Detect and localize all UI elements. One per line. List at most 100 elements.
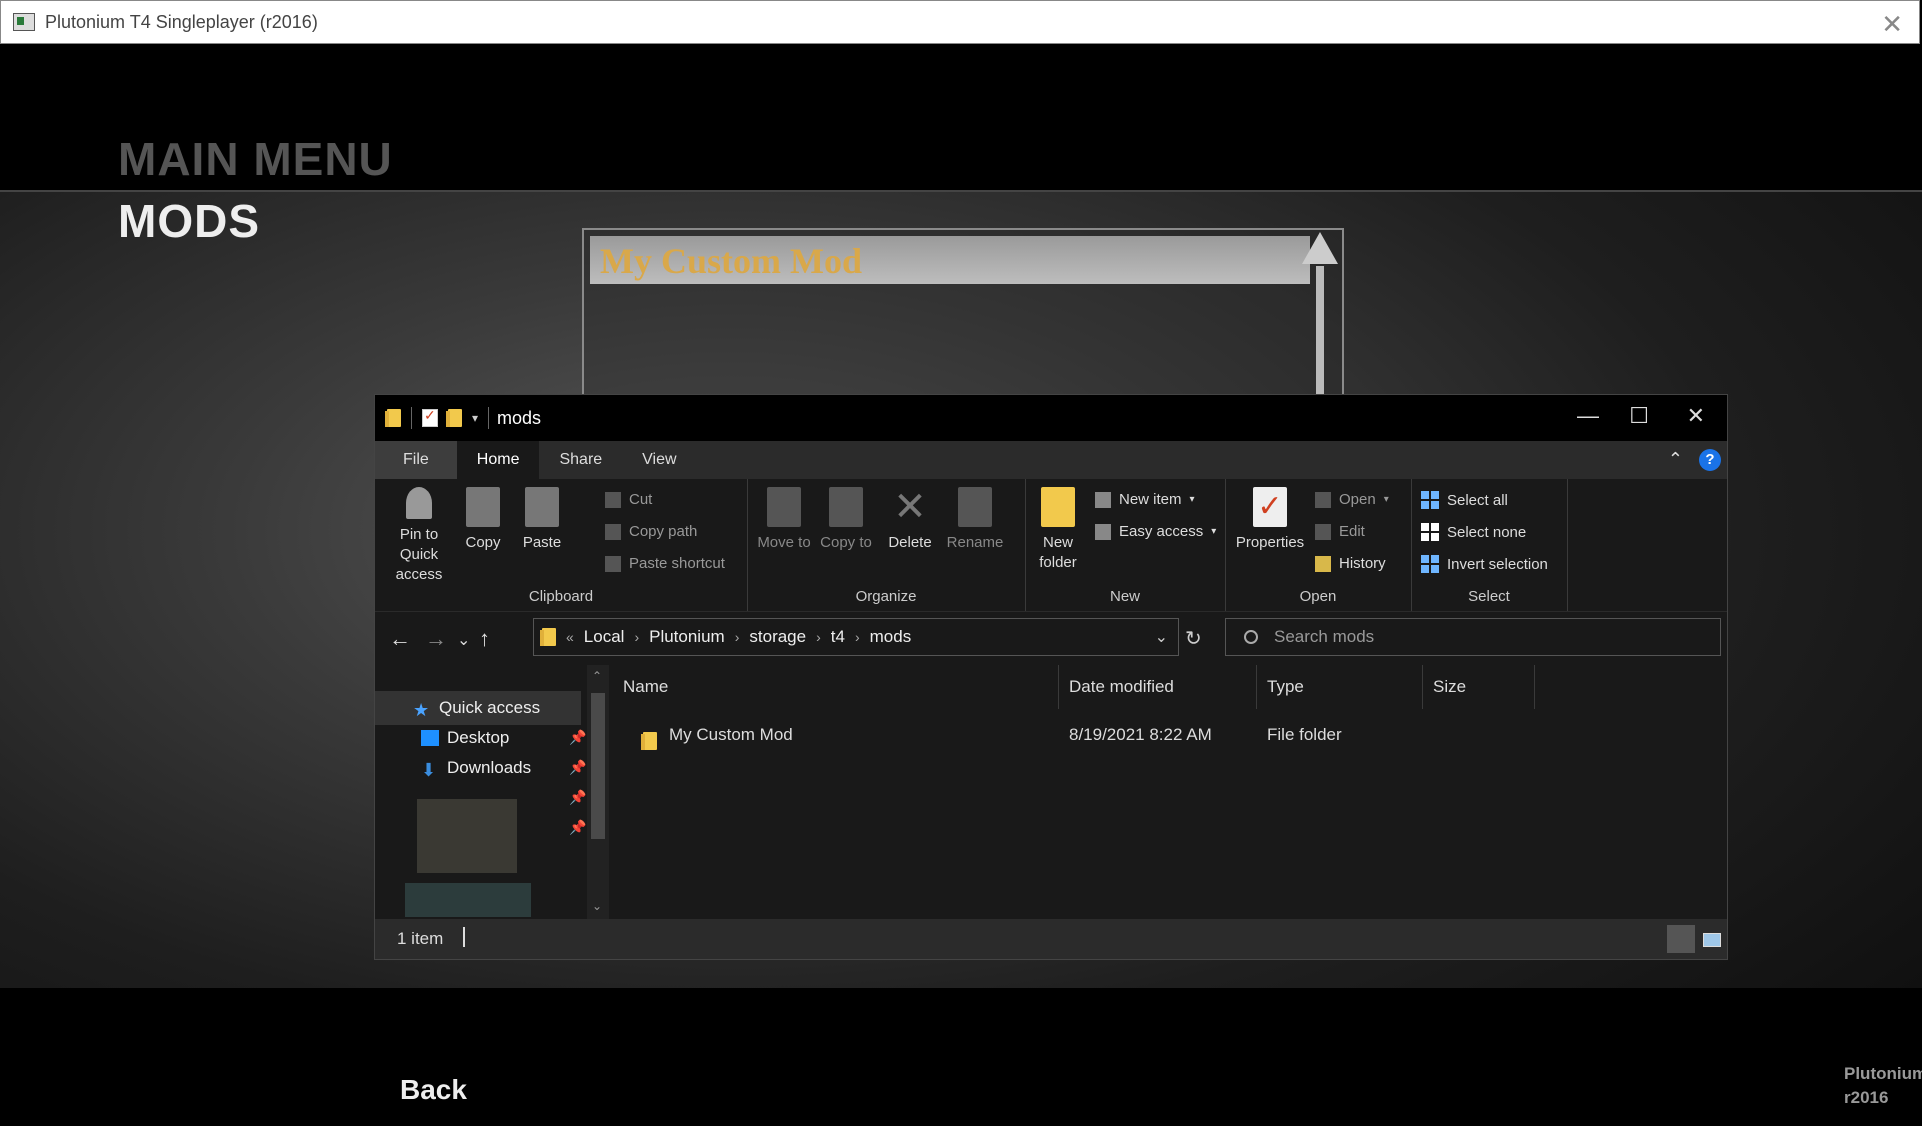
window-title: Plutonium T4 Singleplayer (r2016) [45,11,318,32]
paste-shortcut-button[interactable]: Paste shortcut [605,555,725,572]
properties-button[interactable]: ✓ Properties [1233,487,1307,553]
breadcrumb-separator-icon[interactable]: › [816,629,821,645]
copy-to-icon [829,487,863,527]
breadcrumb-mods[interactable]: mods [870,627,912,647]
navigation-pane-scrollbar[interactable]: ⌃ ⌄ [587,665,609,919]
breadcrumb-plutonium[interactable]: Plutonium [649,627,725,647]
select-all-button[interactable]: Select all [1421,491,1508,509]
main-menu-link[interactable]: MAIN MENU [118,132,393,186]
window-close-button[interactable]: ✕ [1881,9,1903,40]
scroll-down-icon[interactable]: ⌄ [592,899,602,913]
maximize-button[interactable]: ☐ [1629,403,1649,429]
collapse-ribbon-icon[interactable]: ⌃ [1668,449,1683,470]
forward-arrow-icon[interactable]: → [425,626,447,652]
up-arrow-icon[interactable]: ↑ [479,626,490,652]
new-item-icon [1095,491,1111,508]
rename-button[interactable]: Rename [943,487,1007,553]
copy-button[interactable]: Copy [463,487,503,553]
item-count: 1 item [397,929,444,948]
breadcrumb-separator-icon[interactable]: › [735,629,740,645]
open-button[interactable]: Open ▾ [1315,491,1389,508]
easy-access-icon [1095,523,1111,540]
nav-desktop[interactable]: Desktop [375,721,581,755]
select-none-button[interactable]: Select none [1421,523,1526,541]
nav-downloads[interactable]: ⬇ Downloads [375,751,581,785]
edit-button[interactable]: Edit [1315,523,1365,540]
column-size[interactable]: Size [1423,665,1535,709]
scrollbar-thumb[interactable] [591,693,605,839]
new-group: New folder New item ▾ Easy access ▾ New [1025,479,1226,611]
breadcrumb-separator-icon[interactable]: › [855,629,860,645]
back-arrow-icon[interactable]: ← [389,626,411,652]
explorer-titlebar: ▾ mods — ☐ ✕ [375,395,1727,441]
file-list: Name Date modified Type Size My Custom M… [613,665,1727,919]
back-button[interactable]: Back [400,1074,467,1106]
edit-icon [1315,523,1331,540]
address-dropdown-icon[interactable]: ⌄ [1155,627,1168,647]
navigation-bar: ← → ⌄ ↑ « Local › Plutonium › storage › … [375,611,1727,666]
pin-quick-access-button[interactable]: Pin to Quick access [381,487,457,585]
mod-list-scrollbar[interactable] [1316,266,1324,406]
cut-button[interactable]: Cut [605,491,652,508]
select-none-icon [1421,523,1439,541]
redacted-item [417,799,517,873]
close-button[interactable]: ✕ [1687,403,1705,429]
refresh-icon[interactable]: ↻ [1185,626,1202,651]
pin-icon [406,487,432,519]
redacted-item [405,883,531,917]
explorer-title: mods [497,407,542,428]
column-name[interactable]: Name [613,665,1059,709]
pin-icon[interactable]: 📌 [569,789,586,806]
new-item-button[interactable]: New item ▾ [1095,491,1195,508]
invert-selection-button[interactable]: Invert selection [1421,555,1548,573]
breadcrumb-t4[interactable]: t4 [831,627,845,647]
paste-button[interactable]: Paste [517,487,567,553]
new-folder-icon[interactable] [446,409,462,427]
copy-to-button[interactable]: Copy to [819,487,873,553]
easy-access-button[interactable]: Easy access ▾ [1095,523,1216,540]
tab-home[interactable]: Home [456,441,540,479]
paste-icon [525,487,559,527]
tab-file[interactable]: File [375,441,457,479]
address-bar[interactable]: « Local › Plutonium › storage › t4 › mod… [533,618,1179,656]
recent-locations-chevron-icon[interactable]: ⌄ [457,630,470,650]
large-icons-view-icon[interactable] [1697,925,1725,953]
properties-icon[interactable] [422,407,438,427]
customize-toolbar-chevron-icon[interactable]: ▾ [472,411,478,425]
ribbon: Pin to Quick access Copy Paste Cut Copy … [375,479,1727,611]
breadcrumb-storage[interactable]: storage [749,627,806,647]
new-folder-button[interactable]: New folder [1033,487,1083,573]
history-button[interactable]: History [1315,555,1386,572]
window-titlebar: Plutonium T4 Singleplayer (r2016) ✕ [0,0,1920,44]
scroll-up-arrow-icon[interactable] [1302,232,1338,264]
file-row[interactable]: My Custom Mod 8/19/2021 8:22 AM File fol… [613,717,1727,753]
folder-icon [641,732,657,750]
history-icon [1315,555,1331,572]
breadcrumb-local[interactable]: Local [584,627,625,647]
tab-view[interactable]: View [622,441,696,479]
details-view-icon[interactable] [1667,925,1695,953]
pin-icon[interactable]: 📌 [569,819,586,836]
help-icon[interactable]: ? [1699,449,1721,471]
nav-quick-access[interactable]: ★ Quick access [375,691,581,725]
ribbon-tabs: File Home Share View ⌃ ? [375,441,1727,479]
scroll-up-icon[interactable]: ⌃ [592,669,602,683]
column-type[interactable]: Type [1257,665,1423,709]
open-group: ✓ Properties Open ▾ Edit History Open [1225,479,1412,611]
move-to-button[interactable]: Move to [757,487,811,553]
pin-icon[interactable]: 📌 [569,759,586,776]
file-explorer-window: ▾ mods — ☐ ✕ File Home Share View ⌃ ? Pi… [374,394,1728,960]
minimize-button[interactable]: — [1577,403,1599,429]
pin-icon[interactable]: 📌 [569,729,586,746]
status-bar: 1 item [375,919,1727,959]
search-input[interactable]: Search mods [1225,618,1721,656]
dropdown-caret-icon: ▾ [1211,526,1217,537]
folder-icon [385,409,401,427]
copy-path-button[interactable]: Copy path [605,523,697,540]
delete-button[interactable]: ✕ Delete [885,487,935,553]
mod-list-item[interactable]: My Custom Mod [590,236,1310,284]
column-date-modified[interactable]: Date modified [1059,665,1257,709]
tab-share[interactable]: Share [539,441,622,479]
invert-selection-icon [1421,555,1439,573]
breadcrumb-separator-icon[interactable]: › [634,629,639,645]
